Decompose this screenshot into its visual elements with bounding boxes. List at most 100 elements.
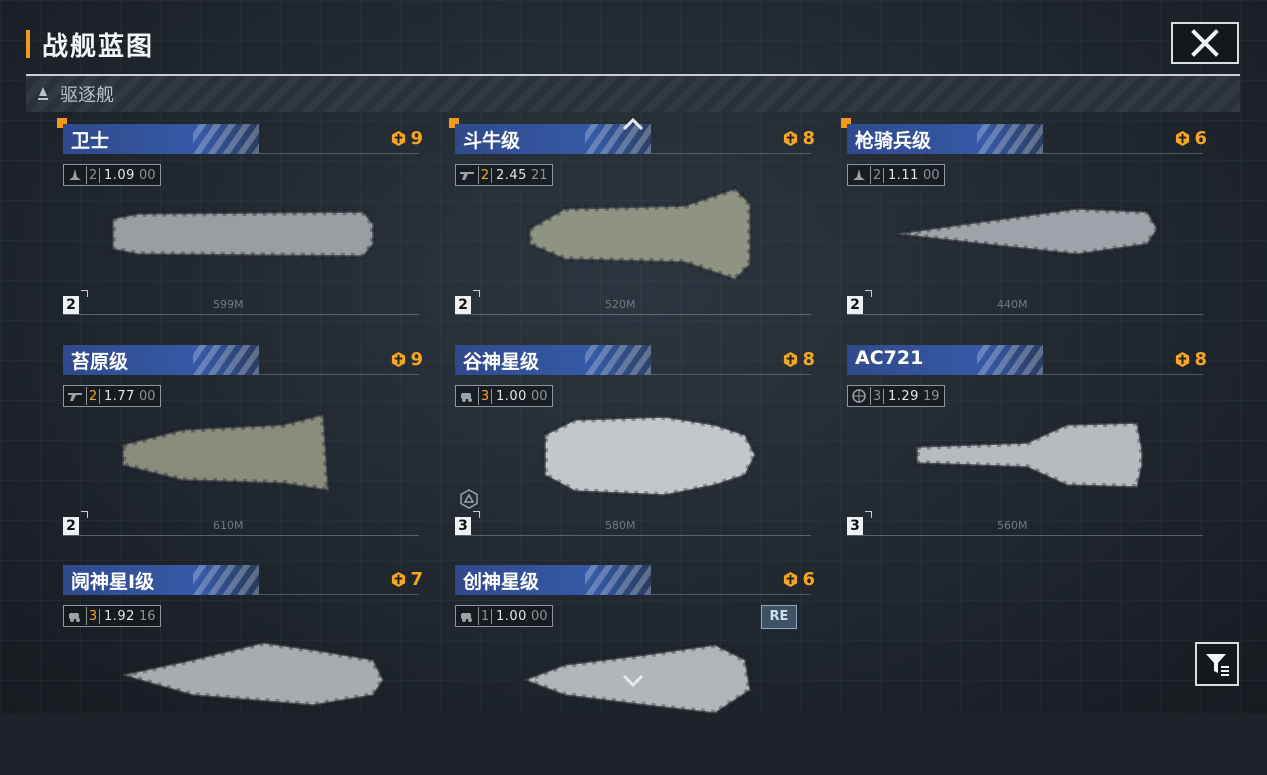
close-button[interactable]: [1171, 22, 1239, 64]
filter-icon: [1206, 654, 1229, 676]
ship-image: [542, 413, 759, 499]
ship-stats: 2 2.45 21: [455, 164, 553, 186]
ship-grade: 2: [455, 290, 480, 314]
name-divider: [1043, 374, 1203, 375]
blueprint-line: [63, 535, 419, 536]
ship-stats: 2 1.09 00: [63, 164, 161, 186]
ship-cost: 6: [782, 569, 815, 590]
stat-value: 2.45: [496, 167, 527, 183]
stat-value: 1.29: [888, 388, 919, 404]
ship-name: 枪骑兵级: [855, 130, 932, 152]
vehicle-icon: [69, 613, 80, 622]
ship-name-tab: AC721: [847, 345, 1043, 375]
scroll-up-icon[interactable]: [622, 117, 644, 131]
ship-name-tab: 阋神星I级: [63, 565, 259, 595]
cost-value: 6: [1194, 128, 1207, 149]
ship-card[interactable]: 苔原级 9 2 1.77 00 2 610M: [63, 345, 423, 555]
ship-length: 580M: [605, 519, 636, 532]
page-title: 战舰蓝图: [42, 32, 155, 62]
name-divider: [259, 594, 419, 595]
name-divider: [651, 594, 811, 595]
blueprint-line: [63, 314, 419, 315]
ship-grade: 3: [455, 511, 480, 535]
ship-cost: 8: [782, 349, 815, 370]
ship-card[interactable]: AC721 8 3 1.29 19 3 560M: [847, 345, 1207, 555]
destroyer-icon: [38, 87, 48, 100]
ship-card[interactable]: 创神星级 6 1 1.00 00 RE: [455, 565, 815, 775]
ship-name-tab: 卫士: [63, 124, 259, 154]
category-bar[interactable]: 驱逐舰: [26, 76, 1240, 112]
fighter-icon: [69, 169, 81, 180]
ship-cost: 9: [390, 128, 423, 149]
name-divider: [651, 153, 811, 154]
vehicle-icon: [461, 613, 472, 622]
stat-tier: 2: [871, 167, 884, 183]
ship-cost: 6: [1174, 128, 1207, 149]
cost-value: 8: [1194, 349, 1207, 370]
cost-value: 8: [802, 128, 815, 149]
stat-tier: 3: [87, 608, 100, 624]
cost-icon: [1176, 130, 1190, 147]
ship-card[interactable]: 谷神星级 8 3 1.00 00 3 580M: [455, 345, 815, 555]
stat-sub: 16: [138, 608, 156, 624]
stat-sub: 00: [138, 167, 156, 183]
ship-name: 斗牛级: [463, 130, 521, 152]
ship-name: 创神星级: [463, 571, 540, 593]
ship-name: AC721: [855, 347, 924, 369]
ship-length: 440M: [997, 298, 1028, 311]
ship-card[interactable]: 斗牛级 8 2 2.45 21 2 520M: [449, 118, 815, 334]
cost-icon: [392, 571, 406, 588]
ship-card[interactable]: 枪骑兵级 6 2 1.11 00 2 440M: [841, 118, 1207, 334]
stat-tier: 2: [479, 167, 492, 183]
globe-icon: [852, 389, 866, 403]
stat-icon-box: [456, 387, 479, 405]
stat-icon-box: [64, 166, 87, 184]
ship-name-tab: 枪骑兵级: [847, 124, 1043, 154]
stat-value: 1.77: [104, 388, 135, 404]
stat-sub: 00: [530, 608, 548, 624]
stat-icon-box: [64, 607, 87, 625]
name-divider: [259, 374, 419, 375]
stat-icon-box: [456, 166, 479, 184]
cost-value: 8: [802, 349, 815, 370]
cannon-icon: [460, 172, 474, 180]
stat-tier: 2: [87, 167, 100, 183]
name-divider: [1043, 153, 1203, 154]
ship-name: 谷神星级: [463, 351, 540, 373]
blueprint-line: [455, 314, 811, 315]
filter-button[interactable]: [1195, 642, 1239, 686]
ship-image: [122, 639, 387, 709]
cost-icon: [392, 130, 406, 147]
blueprint-line: [847, 314, 1203, 315]
stat-value: 1.11: [888, 167, 919, 183]
ship-stats: 1 1.00 00: [455, 605, 553, 627]
re-badge: RE: [761, 605, 797, 629]
stat-sub: 00: [138, 388, 156, 404]
stat-value: 1.09: [104, 167, 135, 183]
ship-stats: 3 1.00 00: [455, 385, 553, 407]
cost-value: 7: [410, 569, 423, 590]
stat-icon-box: [848, 166, 871, 184]
cost-value: 9: [410, 349, 423, 370]
stat-sub: 21: [530, 167, 548, 183]
ship-card[interactable]: 阋神星I级 7 3 1.92 16: [63, 565, 423, 775]
ship-stats: 3 1.92 16: [63, 605, 161, 627]
ship-cost: 8: [1174, 349, 1207, 370]
ship-card[interactable]: 卫士 9 2 1.09 00 2 599M: [57, 118, 423, 334]
cost-value: 9: [410, 128, 423, 149]
cost-icon: [784, 571, 798, 588]
cost-icon: [392, 351, 406, 368]
ship-name-tab: 苔原级: [63, 345, 259, 375]
ship-name: 苔原级: [71, 351, 129, 373]
ship-name-tab: 谷神星级: [455, 345, 651, 375]
name-divider: [259, 153, 419, 154]
stat-icon-box: [456, 607, 479, 625]
stat-sub: 00: [530, 388, 548, 404]
blueprint-line: [455, 535, 811, 536]
stat-value: 1.92: [104, 608, 135, 624]
ship-grade: 2: [63, 511, 88, 535]
stat-sub: 00: [922, 167, 940, 183]
scroll-down-icon[interactable]: [622, 674, 644, 688]
ship-length: 610M: [213, 519, 244, 532]
ship-stats: 3 1.29 19: [847, 385, 945, 407]
